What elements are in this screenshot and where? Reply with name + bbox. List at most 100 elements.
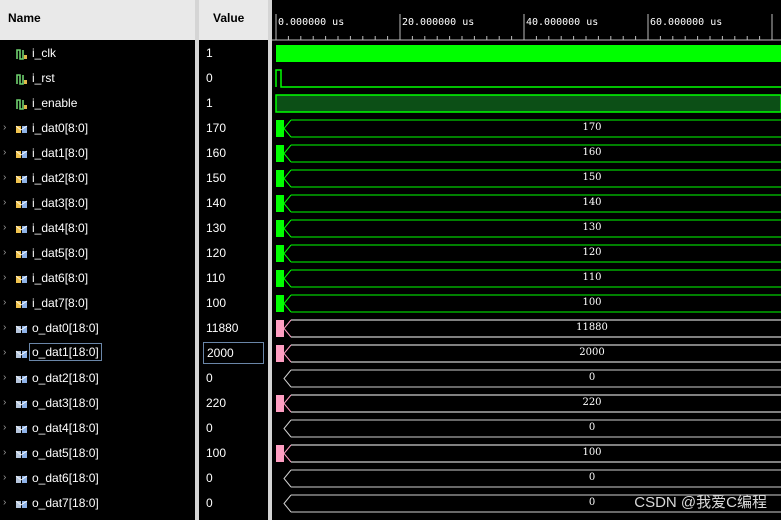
signal-row[interactable]: › o_dat1[18:0] [0,341,195,366]
expand-chevron-icon[interactable]: › [3,423,9,433]
signal-name[interactable]: o_dat1[18:0] [29,343,102,361]
bus-transition [283,394,292,413]
signal-name[interactable]: o_dat2[18:0] [32,371,99,385]
bus-transition [283,294,292,313]
expand-chevron-icon[interactable]: › [3,248,9,258]
signal-row[interactable]: › i_dat5[8:0] [0,241,195,266]
signal-row[interactable]: › i_dat0[8:0] [0,116,195,141]
expand-chevron-icon[interactable]: › [3,398,9,408]
bus-value-label: 110 [582,272,602,283]
value-row[interactable]: 0 [199,366,268,391]
signal-value: 2000 [203,342,264,364]
signal-name[interactable]: i_dat0[8:0] [32,121,88,135]
name-column-header[interactable]: Name [0,0,195,40]
signal-name[interactable]: i_dat7[8:0] [32,296,88,310]
signal-value: 0 [206,496,213,510]
bus-transition [283,494,292,513]
signal-row[interactable]: › o_dat6[18:0] [0,466,195,491]
signal-row[interactable]: › o_dat2[18:0] [0,366,195,391]
signal-name[interactable]: i_dat3[8:0] [32,196,88,210]
bus-transition [283,369,292,388]
expand-chevron-icon[interactable]: › [3,348,9,358]
value-row[interactable]: 11880 [199,316,268,341]
value-row[interactable]: 0 [199,491,268,516]
signal-value: 130 [206,221,227,235]
signal-row[interactable]: › o_dat4[18:0] [0,416,195,441]
value-row[interactable]: 140 [199,191,268,216]
value-row[interactable]: 1 [199,41,268,66]
expand-chevron-icon[interactable]: › [3,498,9,508]
signal-row[interactable]: › i_dat1[8:0] [0,141,195,166]
value-row[interactable]: 120 [199,241,268,266]
signal-value: 100 [206,296,227,310]
signal-name[interactable]: i_clk [32,46,56,60]
expand-chevron-icon[interactable]: › [3,298,9,308]
signal-row[interactable]: › o_dat5[18:0] [0,441,195,466]
signal-row[interactable]: › i_dat4[8:0] [0,216,195,241]
signal-name[interactable]: o_dat3[18:0] [32,396,99,410]
expand-chevron-icon[interactable]: › [3,223,9,233]
value-row[interactable]: 100 [199,291,268,316]
signal-row[interactable]: i_clk [0,41,195,66]
signal-name[interactable]: i_dat5[8:0] [32,246,88,260]
signal-row[interactable]: › o_dat0[18:0] [0,316,195,341]
signal-name[interactable]: i_dat6[8:0] [32,271,88,285]
signal-name[interactable]: o_dat5[18:0] [32,446,99,460]
signal-row[interactable]: › o_dat7[18:0] [0,491,195,516]
bus-initial-segment [276,320,284,337]
expand-chevron-icon[interactable]: › [3,148,9,158]
value-row[interactable]: 220 [199,391,268,416]
bus-transition [283,144,292,163]
value-row[interactable]: 2000 [199,341,268,366]
signal-row[interactable]: › i_dat2[8:0] [0,166,195,191]
signal-row[interactable]: › i_dat3[8:0] [0,191,195,216]
waveform-viewer: Name Value i_clk i_rst i_enable › i_dat0[8:0… [0,0,781,520]
value-row[interactable]: 1 [199,91,268,116]
value-row[interactable]: 150 [199,166,268,191]
signal-name[interactable]: o_dat0[18:0] [32,321,99,335]
expand-chevron-icon[interactable]: › [3,123,9,133]
signal-name[interactable]: i_rst [32,71,55,85]
signal-row[interactable]: i_rst [0,66,195,91]
expand-chevron-icon[interactable]: › [3,473,9,483]
ruler-tick-label: 0.000000 us [278,17,345,28]
value-column-header[interactable]: Value [199,0,268,40]
signal-name[interactable]: i_dat2[8:0] [32,171,88,185]
value-row[interactable]: 170 [199,116,268,141]
bus-initial-segment [276,245,284,262]
value-row[interactable]: 0 [199,466,268,491]
signal-row[interactable]: › o_dat3[18:0] [0,391,195,416]
watermark: CSDN @我爱C编程 [634,494,767,511]
expand-chevron-icon[interactable]: › [3,173,9,183]
value-row[interactable]: 160 [199,141,268,166]
signal-name[interactable]: o_dat4[18:0] [32,421,99,435]
value-row[interactable]: 0 [199,66,268,91]
value-row[interactable]: 100 [199,441,268,466]
expand-chevron-icon[interactable]: › [3,448,9,458]
bus-transition [283,319,292,338]
signal-row[interactable]: i_enable [0,91,195,116]
signal-value: 11880 [206,321,239,335]
expand-chevron-icon[interactable]: › [3,323,9,333]
waveform-area[interactable] [272,0,781,520]
signal-name[interactable]: i_dat1[8:0] [32,146,88,160]
bus-value-label: 160 [582,147,602,158]
output-bus-icon [15,400,28,408]
expand-chevron-icon[interactable]: › [3,273,9,283]
signal-row[interactable]: › i_dat6[8:0] [0,266,195,291]
signal-value: 0 [206,421,213,435]
clock-wave [276,45,781,62]
signal-row[interactable]: › i_dat7[8:0] [0,291,195,316]
signal-name[interactable]: o_dat7[18:0] [32,496,99,510]
bus-initial-segment [276,395,284,412]
value-row[interactable]: 110 [199,266,268,291]
value-row[interactable]: 130 [199,216,268,241]
expand-chevron-icon[interactable]: › [3,198,9,208]
expand-chevron-icon[interactable]: › [3,373,9,383]
ruler-tick-label: 40.000000 us [526,17,599,28]
value-row[interactable]: 0 [199,416,268,441]
signal-name[interactable]: o_dat6[18:0] [32,471,99,485]
signal-name[interactable]: i_dat4[8:0] [32,221,88,235]
signal-name[interactable]: i_enable [32,96,77,110]
signal-value: 100 [206,446,227,460]
